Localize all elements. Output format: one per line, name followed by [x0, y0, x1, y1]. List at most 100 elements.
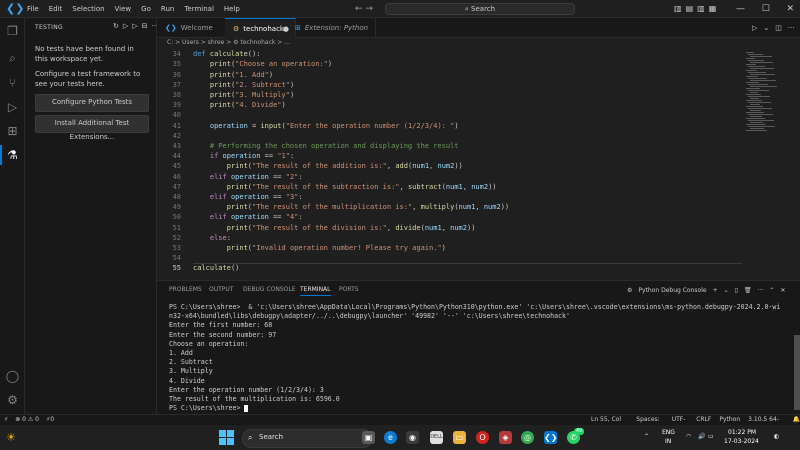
tray-chevron-icon[interactable]: ⌃	[644, 433, 649, 440]
more-actions-icon[interactable]: ···	[788, 18, 795, 38]
maximize-panel-icon[interactable]: ⌃	[769, 284, 774, 298]
edge-icon[interactable]: e	[384, 431, 397, 444]
file-explorer-icon[interactable]: ▭	[453, 431, 466, 444]
code-line[interactable]: print("The result of the subtraction is:…	[193, 183, 497, 191]
taskbar-search[interactable]: ⌕ Search	[242, 429, 372, 448]
debug-all-icon[interactable]: ▷	[132, 22, 137, 30]
run-python-file-icon[interactable]: ▷	[752, 18, 757, 38]
menu-file[interactable]: File	[22, 0, 44, 18]
code-line[interactable]: def calculate():	[193, 50, 260, 58]
terminal-dropdown-icon[interactable]: ⌄	[724, 284, 729, 298]
battery-icon[interactable]: ▭	[708, 433, 714, 440]
code-line[interactable]: print("Invalid operation number! Please …	[193, 244, 446, 252]
dell-icon[interactable]: DELL	[430, 431, 443, 444]
code-line[interactable]: calculate()	[193, 264, 239, 272]
tab-ports[interactable]: PORTS	[339, 286, 359, 293]
refresh-icon[interactable]: ↻	[113, 22, 119, 30]
minimap[interactable]	[742, 48, 790, 274]
code-line[interactable]: print("3. Multiply")	[193, 91, 294, 99]
menu-selection[interactable]: Selection	[67, 0, 109, 18]
code-line[interactable]: print("The result of the division is:", …	[193, 224, 476, 232]
menu-go[interactable]: Go	[136, 0, 156, 18]
tab-terminal[interactable]: TERMINAL	[300, 286, 331, 296]
notification-center-icon[interactable]: ◐	[774, 433, 779, 440]
code-line[interactable]: elif operation == "3":	[193, 193, 303, 201]
wifi-icon[interactable]: ◠	[686, 433, 691, 440]
problems-count[interactable]: ⊗ 0 ⚠ 0	[15, 415, 39, 425]
code-line[interactable]: elif operation == "4":	[193, 213, 303, 221]
clock-date[interactable]: 17-03-2024	[724, 438, 759, 445]
language-indicator[interactable]: ENG	[662, 429, 675, 436]
testing-flask-icon[interactable]: ⚗	[5, 148, 20, 163]
code-editor[interactable]: 33# Getting user's choice of operation34…	[157, 48, 742, 274]
tab-extension-python[interactable]: ⊞ Extension: Python	[287, 18, 376, 38]
extensions-icon[interactable]: ⊞	[5, 124, 20, 139]
gear-icon[interactable]: ⚙	[5, 393, 20, 408]
split-editor-icon[interactable]: ◫	[775, 18, 782, 38]
new-terminal-icon[interactable]: +	[713, 284, 718, 298]
code-line[interactable]: elif operation == "2":	[193, 173, 303, 181]
maximize-button[interactable]: ☐	[762, 0, 770, 18]
configure-python-tests-button[interactable]: Configure Python Tests	[35, 94, 149, 112]
toggle-secondary-sidebar-icon[interactable]: ▥	[697, 2, 705, 16]
tab-technohack[interactable]: ⚙ technohack ●	[225, 18, 296, 39]
breadcrumb[interactable]: C: > Users > shree > ⚙ technohack > ...	[157, 38, 800, 48]
tab-output[interactable]: OUTPUT	[209, 286, 233, 293]
search-icon[interactable]: ⌕	[5, 51, 20, 66]
run-all-icon[interactable]: ▷	[123, 22, 128, 30]
camera-icon[interactable]: ◉	[406, 431, 419, 444]
trash-icon[interactable]: 🗑	[744, 284, 752, 298]
windows-start-icon[interactable]	[219, 430, 234, 445]
close-button[interactable]: ✕	[786, 0, 794, 18]
command-center-search[interactable]: ⌕ Search	[385, 3, 575, 15]
clock-time[interactable]: 01:22 PM	[728, 429, 756, 436]
code-line[interactable]: if operation == "1":	[193, 152, 294, 160]
terminal-text: Choose an operation:	[169, 339, 249, 348]
install-test-extensions-button[interactable]: Install Additional Test Extensions...	[35, 115, 149, 141]
menu-edit[interactable]: Edit	[44, 0, 68, 18]
account-icon[interactable]: ◯	[5, 369, 20, 384]
menu-view[interactable]: View	[110, 0, 137, 18]
vscode-taskbar-icon[interactable]: ❮❯	[544, 431, 557, 444]
menu-help[interactable]: Help	[219, 0, 245, 18]
toggle-panel-icon[interactable]: ▤	[686, 2, 694, 16]
minimize-button[interactable]: —	[736, 0, 745, 18]
code-line[interactable]: print("The result of the addition is:", …	[193, 162, 463, 170]
terminal-name[interactable]: Python Debug Console	[638, 284, 706, 298]
volume-icon[interactable]: 🔊	[698, 433, 705, 440]
split-terminal-icon[interactable]: ▯	[735, 284, 738, 298]
menu-terminal[interactable]: Terminal	[179, 0, 219, 18]
code-line[interactable]: print("The result of the multiplication …	[193, 203, 509, 211]
run-debug-icon[interactable]: ▷	[5, 100, 20, 115]
minimap-line	[746, 94, 761, 95]
chrome-icon[interactable]: ◎	[521, 431, 534, 444]
menu-run[interactable]: Run	[156, 0, 179, 18]
ports-count[interactable]: ⚡0	[46, 415, 54, 425]
run-dropdown-icon[interactable]: ⌄	[763, 18, 769, 38]
explorer-icon[interactable]: ❐	[5, 24, 20, 39]
tab-problems[interactable]: PROBLEMS	[169, 286, 202, 293]
tab-debug-console[interactable]: DEBUG CONSOLE	[243, 286, 296, 293]
code-line[interactable]: print("Choose an operation:")	[193, 60, 332, 68]
terminal-output[interactable]: PS C:\Users\shree> & 'c:\Users\shree\App…	[169, 303, 789, 413]
weather-sun-icon[interactable]: ☀	[6, 431, 20, 445]
code-line[interactable]: else:	[193, 234, 231, 242]
code-line[interactable]: # Performing the chosen operation and di…	[193, 142, 459, 150]
tab-welcome[interactable]: ❮❯ Welcome	[157, 18, 234, 38]
terminal-scrollbar[interactable]	[794, 335, 800, 410]
app-icon[interactable]: ◈	[499, 431, 512, 444]
code-line[interactable]: print("2. Subtract")	[193, 81, 294, 89]
toggle-sidebar-icon[interactable]: ▥	[674, 2, 682, 16]
collapse-icon[interactable]: ⊟	[142, 22, 148, 30]
panel-more-icon[interactable]: ···	[758, 284, 764, 298]
code-line[interactable]: operation = input("Enter the operation n…	[193, 122, 459, 130]
code-line[interactable]: print("1. Add")	[193, 71, 273, 79]
customize-layout-icon[interactable]: ▦	[709, 2, 717, 16]
editor-scrollbar[interactable]	[790, 48, 800, 274]
code-line[interactable]: print("4. Divide")	[193, 101, 286, 109]
opera-icon[interactable]: O	[476, 431, 489, 444]
close-panel-icon[interactable]: ✕	[780, 284, 785, 298]
remote-indicator-icon[interactable]: ⚡	[4, 415, 8, 425]
task-view-icon[interactable]: ▣	[362, 431, 375, 444]
source-control-icon[interactable]: ⑂	[5, 76, 20, 91]
